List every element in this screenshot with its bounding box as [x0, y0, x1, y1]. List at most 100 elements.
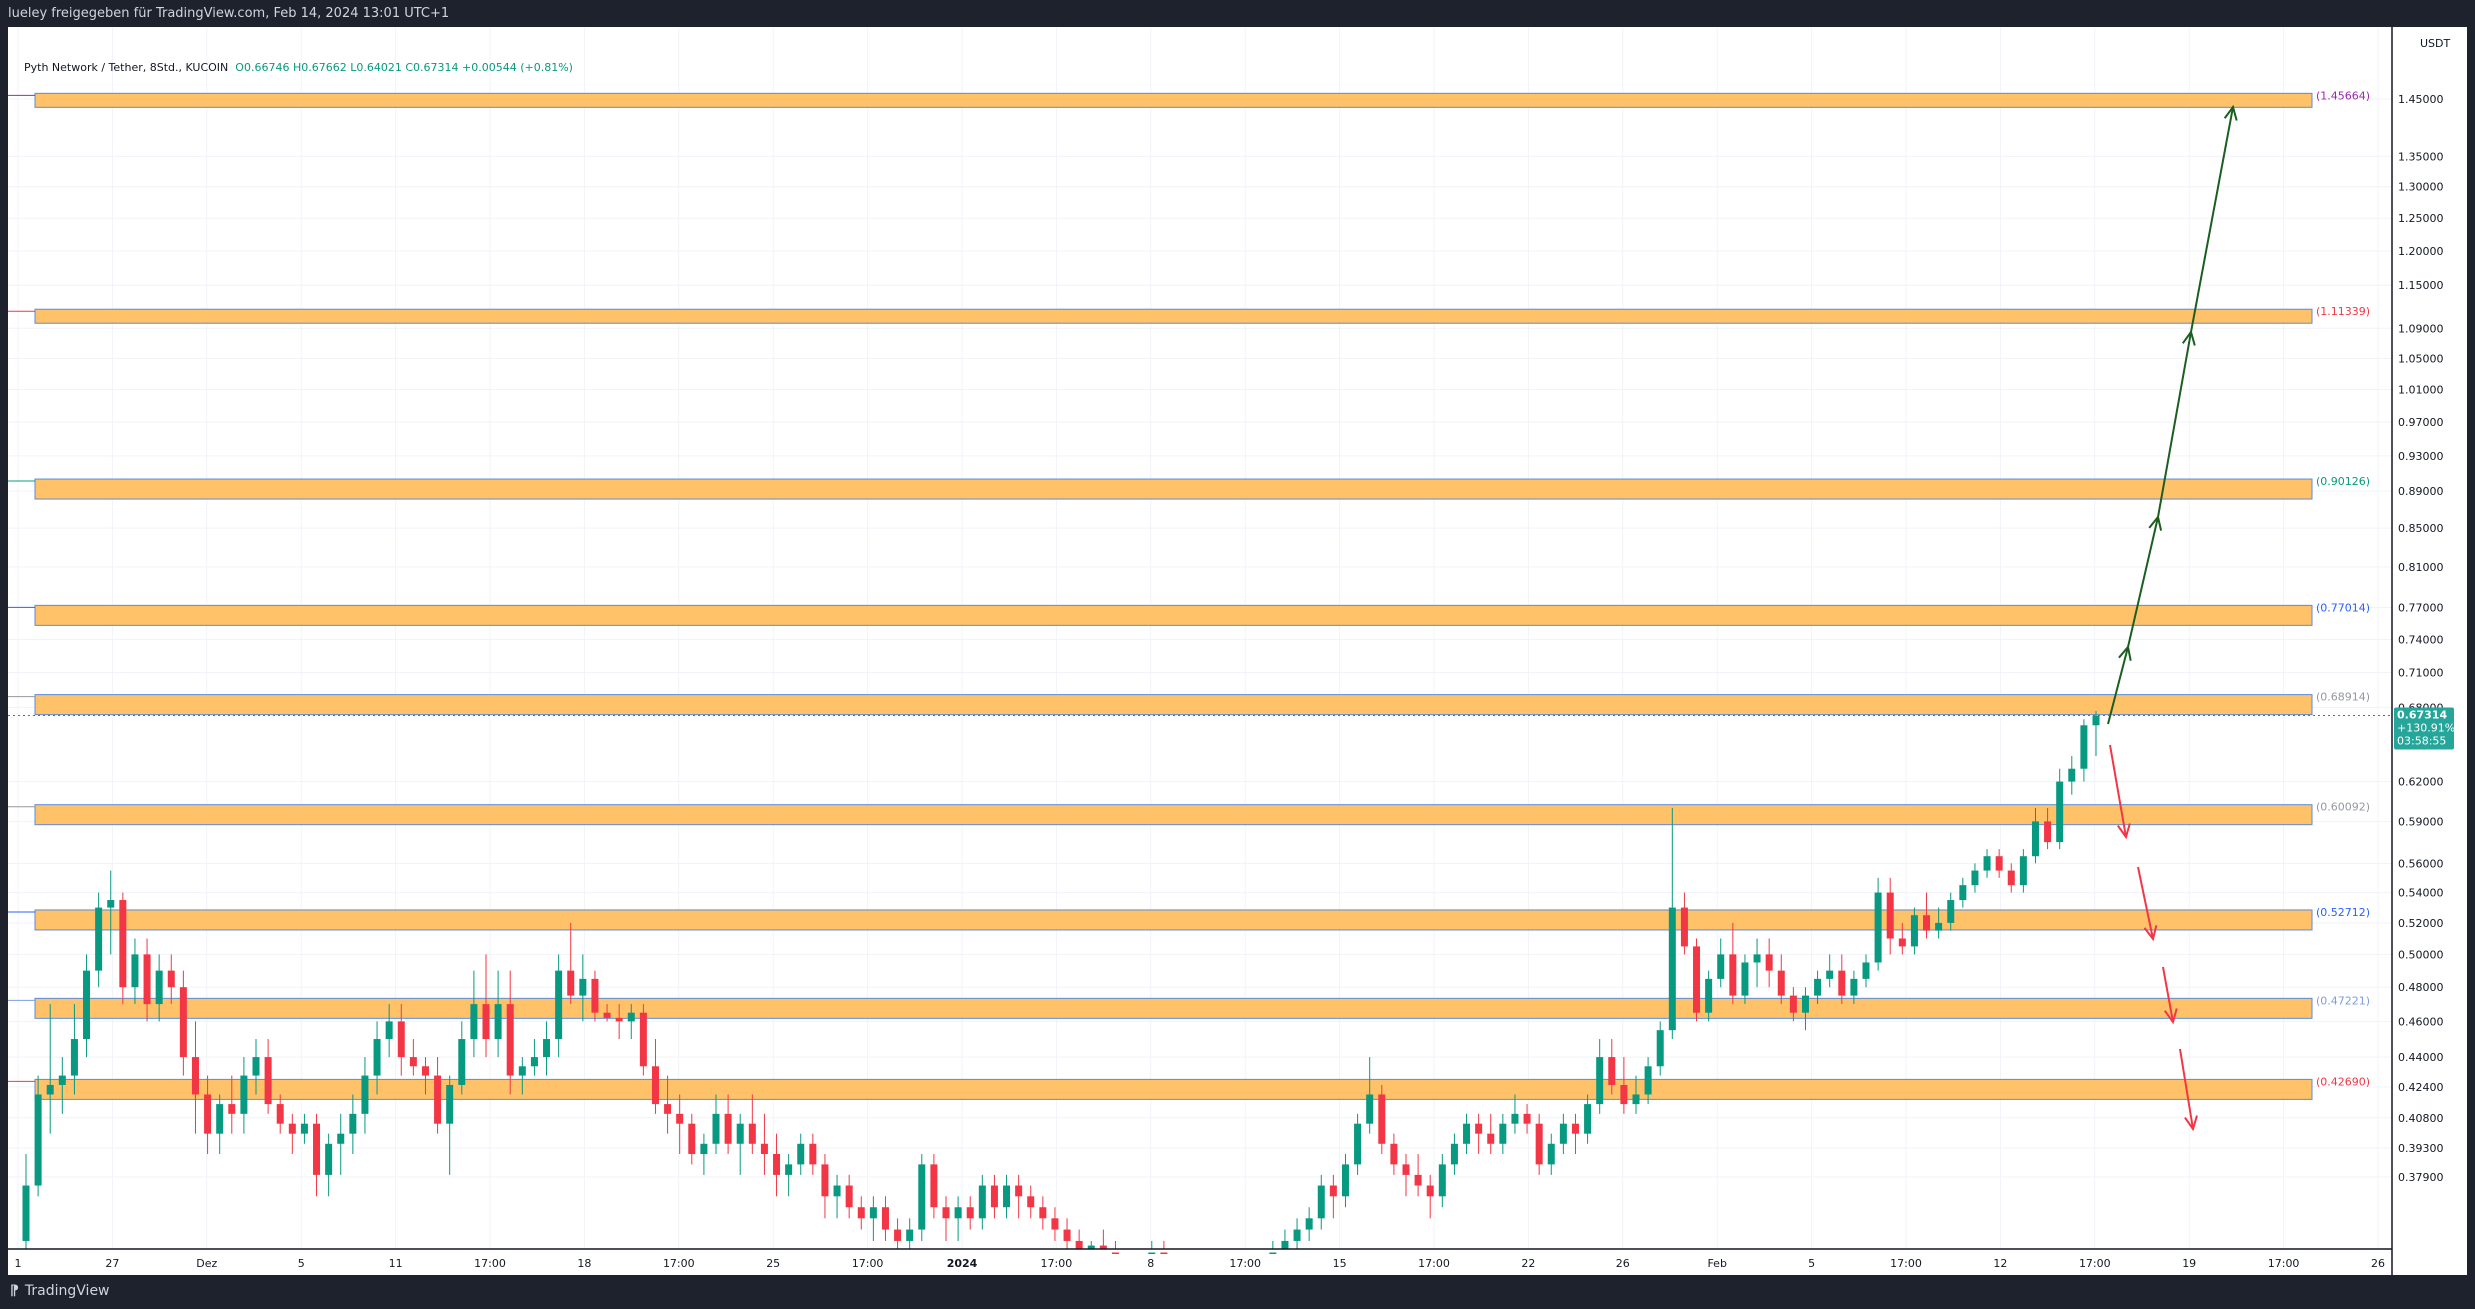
candle-body [409, 1057, 417, 1067]
candle-body [1378, 1094, 1386, 1144]
arrow-line [2190, 106, 2234, 333]
candle-body [385, 1021, 393, 1040]
x-tick-label: 26 [2371, 1257, 2385, 1270]
chart-frame[interactable]: (1.45664) (1.11339) (0.90126) (0.77014) (0.6… [8, 27, 2467, 1275]
y-tick-label: 0.89000 [2398, 485, 2444, 498]
candle-body [1947, 900, 1955, 923]
candle-body [1547, 1143, 1555, 1165]
x-tick-label: 5 [298, 1257, 305, 1270]
candle-body [167, 970, 175, 988]
y-tick-label: 0.39300 [2398, 1142, 2444, 1155]
candle-body [1680, 907, 1688, 947]
candle-body [1051, 1218, 1059, 1230]
candle-body [1281, 1240, 1289, 1249]
price-zone [34, 1078, 2313, 1100]
candle-body [276, 1104, 284, 1124]
candle-body [1777, 970, 1785, 996]
candle-body [1039, 1207, 1047, 1219]
candle-body [518, 1066, 526, 1076]
y-tick-label: 0.71000 [2398, 667, 2444, 680]
candle-body [1487, 1133, 1495, 1144]
ohlc-low: L0.64021 [350, 61, 402, 74]
candle-body [131, 954, 139, 988]
y-tick-label: 1.15000 [2398, 279, 2444, 292]
candle-body [1511, 1113, 1519, 1124]
candle-body [2068, 768, 2076, 782]
candle-body [2092, 715, 2100, 726]
candle-body [1741, 962, 1749, 996]
candle-body [978, 1185, 986, 1219]
level-label: (0.47221) [2316, 994, 2370, 1007]
price-zone [34, 604, 2313, 626]
y-tick-label: 0.85000 [2398, 522, 2444, 535]
candle-body [530, 1057, 538, 1067]
level-label: (0.60092) [2316, 801, 2370, 814]
x-tick-label: 22 [1521, 1257, 1535, 1270]
x-tick-label: 25 [766, 1257, 780, 1270]
candle-body [228, 1104, 236, 1114]
y-tick-label: 0.52000 [2398, 917, 2444, 930]
y-tick-label: 1.35000 [2398, 150, 2444, 163]
y-tick-label: 1.30000 [2398, 181, 2444, 194]
x-tick-label: Feb [1707, 1257, 1726, 1270]
candle-body [1329, 1185, 1337, 1197]
candle-body [1608, 1057, 1616, 1085]
candle-body [1789, 995, 1797, 1013]
x-tick-label: 27 [105, 1257, 119, 1270]
candle-body [470, 1004, 478, 1040]
x-tick-label: 26 [1616, 1257, 1630, 1270]
candle-body [506, 1004, 514, 1076]
candle-body [930, 1164, 938, 1208]
candle-body [1632, 1094, 1640, 1105]
candle-body [2080, 725, 2088, 769]
x-tick-label: 17:00 [474, 1257, 506, 1270]
candle-body [1499, 1123, 1507, 1144]
candle-body [325, 1143, 333, 1175]
x-tick-label: Dez [196, 1257, 217, 1270]
candle-body [446, 1084, 454, 1124]
candle-body [1438, 1164, 1446, 1197]
y-tick-label: 0.97000 [2398, 416, 2444, 429]
candle-body [1620, 1084, 1628, 1105]
candle-body [724, 1113, 732, 1144]
y-tick-label: 1.05000 [2398, 352, 2444, 365]
candle-body [1910, 915, 1918, 947]
candle-body [58, 1075, 66, 1085]
candle-body [1886, 892, 1894, 939]
price-zone [34, 308, 2313, 324]
candle-body [615, 1017, 623, 1022]
candle-body [1850, 978, 1858, 996]
candle-body [651, 1066, 659, 1105]
candle-body [1596, 1057, 1604, 1105]
tradingview-logo[interactable]: ⁋ TradingView [10, 1283, 110, 1299]
candle-body [95, 907, 103, 971]
price-chart[interactable]: (1.45664) (1.11339) (0.90126) (0.77014) (0.6… [8, 27, 2467, 1275]
candle-body [809, 1143, 817, 1165]
candle-body [1559, 1123, 1567, 1144]
candle-body [337, 1133, 345, 1144]
candle-body [1959, 885, 1967, 901]
y-tick-label: 0.81000 [2398, 561, 2444, 574]
candle-body [434, 1075, 442, 1124]
candle-body [543, 1039, 551, 1058]
candle-body [1463, 1123, 1471, 1144]
candle-body [264, 1057, 272, 1105]
candle-body [191, 1057, 199, 1095]
candle-body [179, 987, 187, 1058]
level-label: (0.52712) [2316, 906, 2370, 919]
candle-body [1995, 856, 2003, 871]
candle-body [216, 1104, 224, 1134]
arrow-line [2127, 516, 2159, 648]
candle-body [482, 1004, 490, 1040]
candle-body [1305, 1218, 1313, 1230]
y-tick-label: 0.50000 [2398, 948, 2444, 961]
candle-body [918, 1164, 926, 1230]
price-zone [34, 804, 2313, 826]
y-tick-label: 0.40800 [2398, 1112, 2444, 1125]
candle-body [2031, 821, 2039, 857]
candle-body [1148, 1252, 1156, 1255]
candle-body [1862, 962, 1870, 979]
y-tick-label: 0.74000 [2398, 633, 2444, 646]
candle-body [797, 1143, 805, 1165]
candle-body [712, 1113, 720, 1144]
